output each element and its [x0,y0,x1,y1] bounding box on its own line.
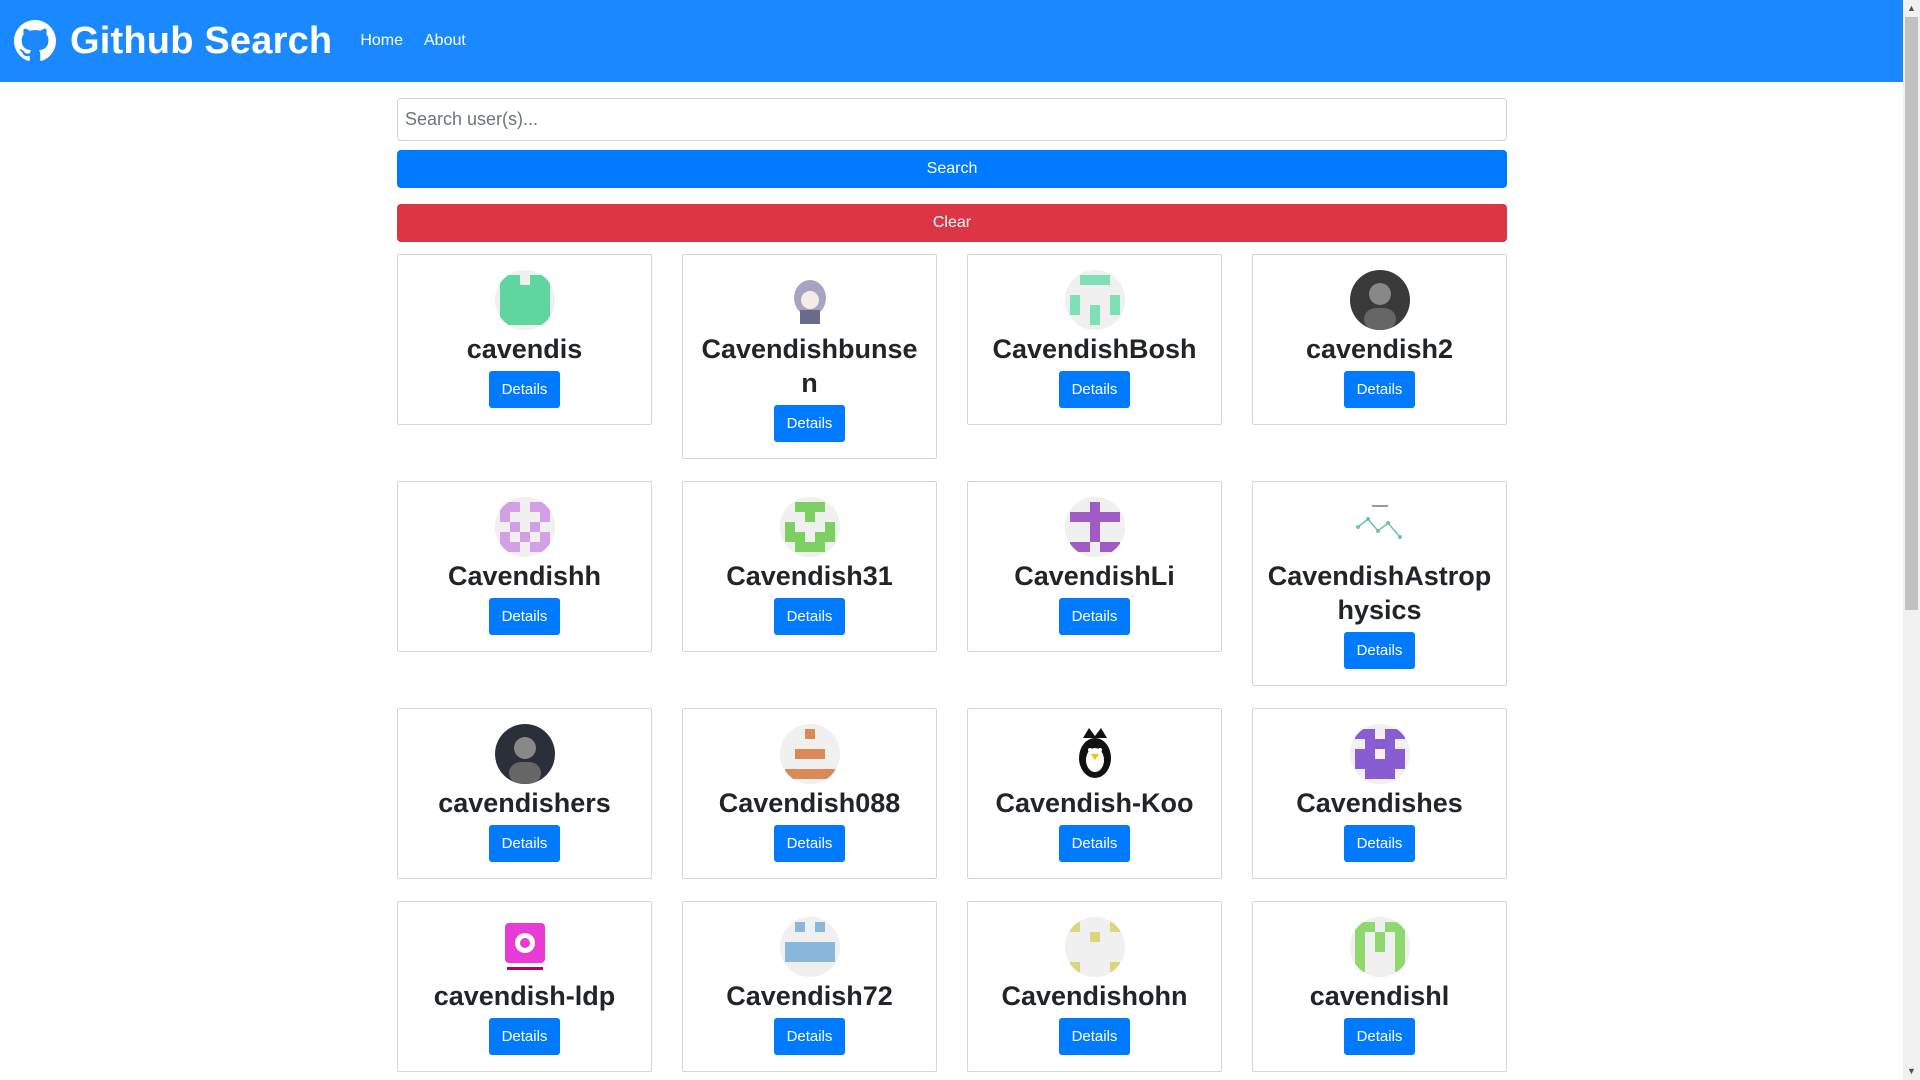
search-form: Search [397,98,1507,188]
scroll-up-arrow-icon[interactable]: ▲ [1903,0,1920,17]
identicon-icon [779,497,840,557]
identicon-icon [1064,270,1125,330]
username: Cavendishohn [1001,981,1188,1011]
scroll-down-arrow-icon[interactable]: ▼ [1903,1063,1920,1080]
vertical-scrollbar[interactable]: ▲ ▼ [1903,0,1920,1080]
details-button[interactable]: Details [773,825,846,862]
user-card: CavendishBosh Details [967,254,1222,425]
avatar [1349,270,1410,330]
username: Cavendish31 [726,561,893,591]
username: cavendish-ldp [433,981,616,1011]
photo-icon [494,724,555,784]
avatar [1349,917,1410,977]
details-button[interactable]: Details [488,598,561,635]
search-input[interactable] [397,98,1507,141]
username: Cavendishes [1296,788,1463,818]
app-title: Github Search [70,19,333,62]
username: CavendishBosh [992,334,1197,364]
avatar [779,917,840,977]
details-button[interactable]: Details [1343,371,1416,408]
username: cavendishers [438,788,611,818]
identicon-icon [1064,497,1125,557]
anime-image-icon [779,270,840,330]
details-button[interactable]: Details [1058,825,1131,862]
user-card: cavendishl Details [1252,901,1507,1072]
details-button[interactable]: Details [1058,371,1131,408]
user-card: Cavendish72 Details [682,901,937,1072]
avatar [494,497,555,557]
user-card: Cavendishh Details [397,481,652,652]
avatar [494,724,555,784]
avatar [1064,724,1125,784]
username: CavendishLi [1014,561,1175,591]
avatar [1349,724,1410,784]
user-card: CavendishAstrophysics Details [1252,481,1507,686]
username: cavendis [466,334,583,364]
scrollbar-thumb[interactable] [1905,17,1918,610]
details-button[interactable]: Details [773,405,846,442]
user-card: Cavendishohn Details [967,901,1222,1072]
user-card: Cavendishes Details [1252,708,1507,879]
user-card: Cavendish088 Details [682,708,937,879]
user-card: cavendishers Details [397,708,652,879]
clear-button[interactable]: Clear [397,204,1507,242]
photo-icon [1349,270,1410,330]
identicon-icon [494,497,555,557]
avatar [779,270,840,330]
main-container: Search Clear cavendisDetailsCavendishbun… [397,98,1507,1072]
username: Cavendishh [447,561,602,591]
username: CavendishAstrophysics [1267,561,1492,625]
avatar [779,724,840,784]
identicon-icon [1349,724,1410,784]
details-button[interactable]: Details [488,1018,561,1055]
details-button[interactable]: Details [773,598,846,635]
details-button[interactable]: Details [1058,598,1131,635]
avatar [779,497,840,557]
user-card: cavendish2 Details [1252,254,1507,425]
avatar [494,270,555,330]
username: cavendish2 [1305,334,1454,364]
details-button[interactable]: Details [488,825,561,862]
avatar [1064,497,1125,557]
constellation-icon [1349,497,1410,557]
identicon-icon [779,724,840,784]
identicon-icon [494,270,555,330]
logo-image-icon [494,917,555,977]
nav-link-home[interactable]: Home [360,32,403,50]
avatar [1064,270,1125,330]
username: cavendishl [1309,981,1450,1011]
user-card: cavendis Details [397,254,652,425]
user-card: Cavendishbunsen Details [682,254,937,459]
details-button[interactable]: Details [1343,1018,1416,1055]
user-card: cavendish-ldp Details [397,901,652,1072]
identicon-icon [779,917,840,977]
avatar [1349,497,1410,557]
avatar [1064,917,1125,977]
avatar [494,917,555,977]
brand[interactable]: Github Search [14,20,332,63]
penguin-icon [1064,724,1125,784]
user-card: Cavendish31 Details [682,481,937,652]
username: Cavendish-Koo [995,788,1194,818]
details-button[interactable]: Details [1343,825,1416,862]
nav-link-about[interactable]: About [424,32,466,50]
username: Cavendish088 [718,788,901,818]
details-button[interactable]: Details [1343,632,1416,669]
details-button[interactable]: Details [1058,1018,1131,1055]
identicon-icon [1064,917,1125,977]
details-button[interactable]: Details [488,371,561,408]
github-icon [14,20,56,61]
navbar: Github Search Home About [0,0,1903,82]
search-button[interactable]: Search [397,150,1507,188]
user-card: Cavendish-Koo Details [967,708,1222,879]
username: Cavendish72 [726,981,893,1011]
user-card: CavendishLi Details [967,481,1222,652]
user-grid: cavendis Details Cavendishbunsen Details Cav… [397,254,1507,1072]
identicon-icon [1349,917,1410,977]
details-button[interactable]: Details [773,1018,846,1055]
username: Cavendishbunsen [701,334,918,398]
